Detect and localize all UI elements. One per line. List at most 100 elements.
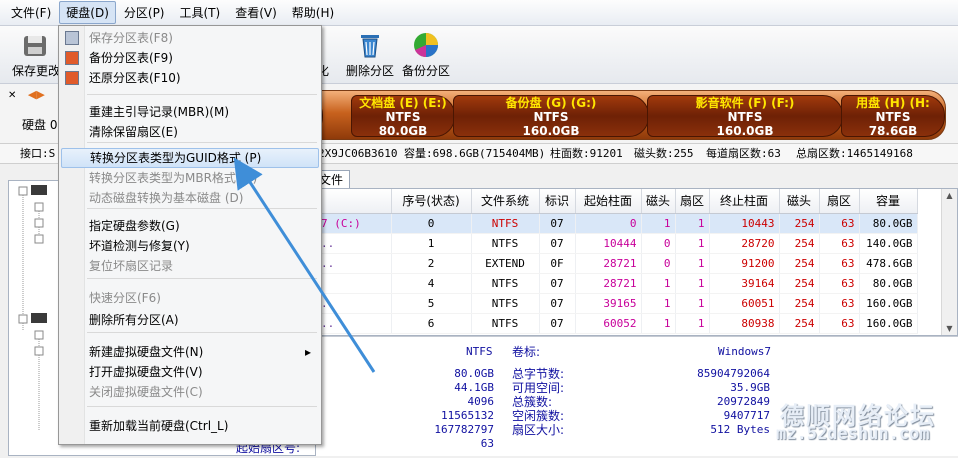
detail-right-value: 9407717 xyxy=(723,409,770,422)
table-cell: 1 xyxy=(675,273,710,294)
col-header[interactable]: 文件系统 xyxy=(471,189,540,214)
detail-left-value: 63 xyxy=(480,437,494,450)
menu-item[interactable]: 重新加载当前硬盘(Ctrl_L) xyxy=(61,416,319,436)
table-cell: 63 xyxy=(819,293,860,314)
row-name-cell: .. xyxy=(317,233,392,254)
delete-partition-button[interactable]: 删除分区 xyxy=(344,30,396,79)
col-header[interactable]: 序号(状态) xyxy=(391,189,472,214)
table-row[interactable]: .. 1 NTFS 07 10444 0 1 28720 254 63 140.0GB xyxy=(317,233,918,254)
menu-tools[interactable]: 工具(T) xyxy=(173,1,228,24)
menu-item-label: 重新加载当前硬盘(Ctrl_L) xyxy=(89,419,229,433)
disk-dropdown-menu: 保存分区表(F8) 备份分区表(F9) 还原分区表(F10) 重建主引导记录(MBR)… xyxy=(58,25,322,445)
col-header[interactable]: 标识 xyxy=(539,189,576,214)
detail-right-value: 512 Bytes xyxy=(710,423,770,436)
table-cell: NTFS xyxy=(471,233,540,254)
menu-separator xyxy=(87,142,317,143)
col-header[interactable]: 容量 xyxy=(859,189,918,214)
menu-item: 快速分区(F6) xyxy=(61,288,319,308)
table-row[interactable]: 4 NTFS 07 28721 1 1 39164 254 63 80.0GB xyxy=(317,273,918,294)
menu-item: 动态磁盘转换为基本磁盘 (D) xyxy=(61,188,319,208)
row-name-cell: .. xyxy=(317,253,392,274)
arrow-right-icon[interactable]: ▶ xyxy=(36,88,44,101)
table-cell: 1 xyxy=(641,313,676,334)
partition-block-f[interactable]: 影音软件 (F) (F:) NTFS 160.0GB xyxy=(647,95,843,138)
table-cell: 140.0GB xyxy=(859,233,918,254)
scroll-up-icon[interactable]: ▲ xyxy=(942,191,957,200)
table-cell: 63 xyxy=(819,273,860,294)
row-name-cell: .. xyxy=(317,313,392,334)
menu-item[interactable]: 坏道检测与修复(Y) xyxy=(61,236,319,256)
col-header[interactable]: 磁头 xyxy=(779,189,820,214)
menu-item[interactable]: 打开虚拟硬盘文件(V) xyxy=(61,362,319,382)
table-icon xyxy=(65,71,79,85)
menu-item-label: 关闭虚拟硬盘文件(C) xyxy=(89,385,203,399)
save-changes-button[interactable]: 保存更改 xyxy=(12,30,58,79)
col-name-header[interactable] xyxy=(317,189,392,214)
menu-partition[interactable]: 分区(P) xyxy=(117,1,172,24)
scroll-down-icon[interactable]: ▼ xyxy=(942,324,957,333)
menu-item-label: 转换分区表类型为GUID格式 (P) xyxy=(90,151,262,165)
table-cell: 0F xyxy=(539,253,576,274)
menu-view[interactable]: 查看(V) xyxy=(228,1,284,24)
menu-help[interactable]: 帮助(H) xyxy=(285,1,341,24)
menu-item[interactable]: 备份分区表(F9) xyxy=(61,48,319,68)
save-disk-icon xyxy=(24,36,46,56)
col-header[interactable]: 扇区 xyxy=(819,189,860,214)
capacity-info: 容量:698.6GB(715404MB) xyxy=(404,147,546,160)
col-header[interactable]: 终止柱面 xyxy=(709,189,780,214)
partition-block-h[interactable]: 用盘 (H) (H: NTFS 78.6GB xyxy=(841,95,945,138)
table-cell: 254 xyxy=(779,213,820,234)
table-cell: 80938 xyxy=(709,313,780,334)
menu-item-label: 快速分区(F6) xyxy=(89,291,161,305)
table-cell: 80.0GB xyxy=(859,273,918,294)
table-cell: 28721 xyxy=(575,273,642,294)
table-cell: 10443 xyxy=(709,213,780,234)
menu-item[interactable]: 清除保留扇区(E) xyxy=(61,122,319,142)
cylinders-info: 柱面数:91201 xyxy=(550,147,623,160)
table-icon xyxy=(65,31,79,45)
menu-disk[interactable]: 硬盘(D) xyxy=(59,1,116,24)
table-cell: 1 xyxy=(675,293,710,314)
table-cell: 63 xyxy=(819,213,860,234)
nav-arrows[interactable]: ✕ ◀▶ xyxy=(8,88,45,101)
table-cell: 07 xyxy=(539,213,576,234)
detail-left-value: 4096 xyxy=(467,395,495,408)
menu-item[interactable]: 转换分区表类型为GUID格式 (P) xyxy=(61,148,319,168)
table-cell: 07 xyxy=(539,233,576,254)
table-cell: 254 xyxy=(779,253,820,274)
menu-item[interactable]: 重建主引导记录(MBR)(M) xyxy=(61,102,319,122)
table-row[interactable]: .. 2 EXTEND 0F 28721 0 1 91200 254 63 478.6GB xyxy=(317,253,918,274)
heads-info: 磁头数:255 xyxy=(634,147,694,160)
table-cell: 91200 xyxy=(709,253,780,274)
table-cell: 07 xyxy=(539,293,576,314)
watermark-url: mz.52deshun.com xyxy=(776,424,930,444)
table-scrollbar[interactable]: ▲ ▼ xyxy=(941,189,957,335)
table-cell: 1 xyxy=(675,313,710,334)
close-icon[interactable]: ✕ xyxy=(8,90,16,101)
partition-block-g[interactable]: 备份盘 (G) (G:) NTFS 160.0GB xyxy=(453,95,649,138)
table-cell: 254 xyxy=(779,273,820,294)
menu-item[interactable]: 新建虚拟硬盘文件(N) ▸ xyxy=(61,342,319,362)
submenu-arrow-icon: ▸ xyxy=(304,345,311,359)
partition-block-e[interactable]: 文档盘 (E) (E:) NTFS 80.0GB xyxy=(351,95,455,138)
menu-item[interactable]: 还原分区表(F10) xyxy=(61,68,319,88)
menu-item-label: 转换分区表类型为MBR格式 (B) xyxy=(89,171,258,185)
col-header[interactable]: 起始柱面 xyxy=(575,189,642,214)
col-header[interactable]: 磁头 xyxy=(641,189,676,214)
table-cell: 254 xyxy=(779,233,820,254)
table-row[interactable]: 7 (C:) 0 NTFS 07 0 1 1 10443 254 63 80.0GB xyxy=(317,213,918,234)
table-row[interactable]: .. 6 NTFS 07 60052 1 1 80938 254 63 160.0GB xyxy=(317,313,918,334)
menu-item-label: 动态磁盘转换为基本磁盘 (D) xyxy=(89,191,244,205)
sectors-info: 每道扇区数:63 xyxy=(706,147,781,160)
backup-partition-button[interactable]: 备份分区 xyxy=(400,30,452,79)
col-header[interactable]: 扇区 xyxy=(675,189,710,214)
table-cell: 0 xyxy=(641,233,676,254)
menu-item[interactable]: 指定硬盘参数(G) xyxy=(61,216,319,236)
table-row[interactable]: .. 5 NTFS 07 39165 1 1 60051 254 63 160.0GB xyxy=(317,293,918,314)
table-cell: 1 xyxy=(675,253,710,274)
menu-item[interactable]: 删除所有分区(A) xyxy=(61,310,319,330)
total-sectors-info: 总扇区数:1465149168 xyxy=(796,147,913,160)
menu-file[interactable]: 文件(F) xyxy=(4,1,58,24)
menu-separator xyxy=(87,332,317,333)
menu-item-label: 重建主引导记录(MBR)(M) xyxy=(89,105,230,119)
